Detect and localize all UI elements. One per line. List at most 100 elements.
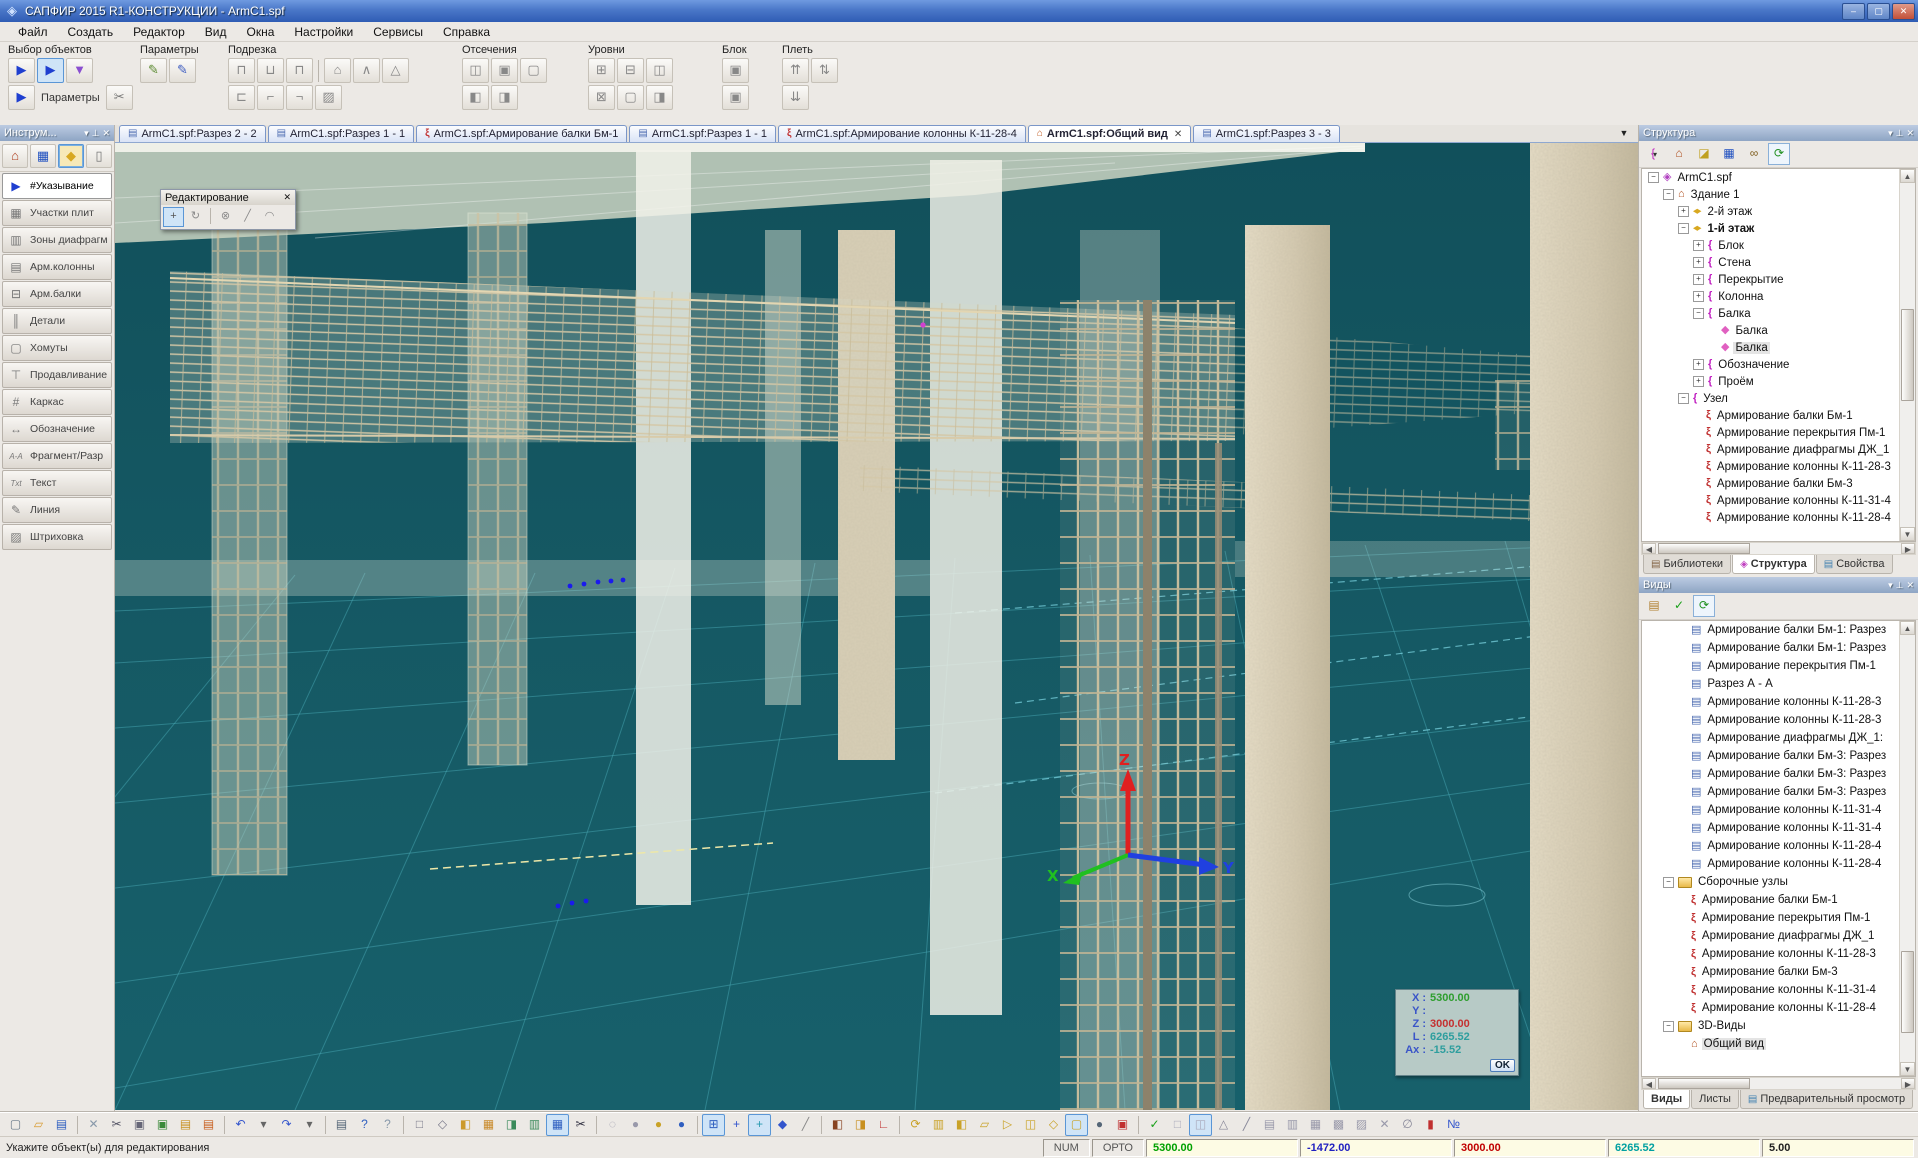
view-shaded-button[interactable]: ◧ bbox=[454, 1114, 477, 1136]
document-tab-3[interactable]: ▤ArmC1.spf:Разрез 1 - 1 bbox=[629, 125, 776, 142]
panel-collapse-icon[interactable]: ▾ bbox=[84, 128, 89, 139]
poly-edit-button[interactable]: ▢ bbox=[1065, 1114, 1088, 1136]
scroll-thumb[interactable] bbox=[1901, 951, 1914, 1033]
document-tab-5[interactable]: ⌂ArmC1.spf:Общий вид✕ bbox=[1028, 125, 1191, 142]
document-tab-0[interactable]: ▤ArmC1.spf:Разрез 2 - 2 bbox=[119, 125, 266, 142]
panel-close-icon[interactable]: ✕ bbox=[1906, 580, 1914, 591]
help-button[interactable]: ? bbox=[353, 1114, 376, 1136]
tree-expander-plus[interactable]: + bbox=[1693, 257, 1704, 268]
filter-tree-icon[interactable]: {▾ bbox=[1643, 143, 1665, 165]
numbering-button[interactable]: № bbox=[1442, 1114, 1465, 1136]
sheets-button[interactable]: ▤ bbox=[1258, 1114, 1281, 1136]
editing-toolbar-titlebar[interactable]: Редактирование ✕ bbox=[161, 190, 295, 205]
trim-beam-1-button[interactable]: ⊏ bbox=[228, 85, 255, 110]
panel-tab-2[interactable]: ▤Предварительный просмотр bbox=[1740, 1090, 1913, 1109]
viewport-3d[interactable]: Z X Y Редактирование ✕ +↻⊗╱◠ X :5300.00Y… bbox=[115, 143, 1638, 1110]
sidebar-tool-0[interactable]: ▶#Указывание bbox=[2, 173, 112, 199]
panel-collapse-icon[interactable]: ▾ bbox=[1888, 128, 1893, 139]
menu-item-2[interactable]: Редактор bbox=[123, 23, 195, 41]
tree-row[interactable]: ξАрмирование диафрагмы ДЖ_1 bbox=[1642, 441, 1915, 458]
refresh-icon[interactable]: ⟳ bbox=[1768, 143, 1790, 165]
redo-button[interactable]: ↷ bbox=[275, 1114, 298, 1136]
copy-button[interactable]: ▣ bbox=[128, 1114, 151, 1136]
tree-row[interactable]: ▤Армирование диафрагмы ДЖ_1: bbox=[1642, 729, 1915, 747]
tree-expander-minus[interactable]: − bbox=[1663, 1021, 1674, 1032]
clip-4-button[interactable]: ◧ bbox=[462, 85, 489, 110]
mode-grid-icon[interactable]: ▦ bbox=[30, 144, 56, 168]
tree-vscrollbar[interactable]: ▲▼ bbox=[1899, 169, 1915, 541]
coordinate-ok-button[interactable]: OK bbox=[1490, 1059, 1515, 1072]
roof-single-button[interactable]: ⌂ bbox=[324, 58, 351, 83]
snap-free-button[interactable]: ╱ bbox=[794, 1114, 817, 1136]
sidebar-tool-9[interactable]: ↔Обозначение bbox=[2, 416, 112, 442]
clip-3-button[interactable]: ▢ bbox=[520, 58, 547, 83]
syringe-button[interactable]: ✎ bbox=[169, 58, 196, 83]
slope-button[interactable]: ╱ bbox=[237, 207, 258, 227]
trim-hatch-button[interactable]: ▨ bbox=[315, 85, 342, 110]
sidebar-tool-12[interactable]: ✎Линия bbox=[2, 497, 112, 523]
scroll-down-arrow[interactable]: ▼ bbox=[1900, 1062, 1915, 1076]
level-3-button[interactable]: ◫ bbox=[646, 58, 673, 83]
tree-row[interactable]: −3D-Виды bbox=[1642, 1017, 1915, 1035]
chain-up-button[interactable]: ⇈ bbox=[782, 58, 809, 83]
tree-row[interactable]: −⌂Здание 1 bbox=[1642, 186, 1915, 203]
snap-node-button[interactable]: + bbox=[725, 1114, 748, 1136]
sidebar-tool-10[interactable]: A-AФрагмент/Разр bbox=[2, 443, 112, 469]
solid-b-button[interactable]: ◫ bbox=[1189, 1114, 1212, 1136]
undo-button[interactable]: ↶ bbox=[229, 1114, 252, 1136]
tree-row[interactable]: ξАрмирование колонны К-11-28-3 bbox=[1642, 458, 1915, 475]
view-hidden-line-button[interactable]: ◇ bbox=[431, 1114, 454, 1136]
document-tab-2[interactable]: ξArmC1.spf:Армирование балки Бм-1 bbox=[416, 125, 627, 142]
panel-tab-1[interactable]: ◈Структура bbox=[1732, 555, 1815, 574]
tree-row[interactable]: −◈ArmC1.spf bbox=[1642, 169, 1915, 186]
tree-vscrollbar[interactable]: ▲▼ bbox=[1899, 621, 1915, 1076]
view-materials-button[interactable]: ▦ bbox=[546, 1114, 569, 1136]
tree-row[interactable]: ◆Балка bbox=[1642, 322, 1915, 339]
menu-item-4[interactable]: Окна bbox=[237, 23, 285, 41]
tree-expander-plus[interactable]: + bbox=[1693, 359, 1704, 370]
level-5-button[interactable]: ▢ bbox=[617, 85, 644, 110]
mesh-button[interactable]: ▨ bbox=[1350, 1114, 1373, 1136]
maximize-button[interactable]: ▢ bbox=[1867, 3, 1890, 20]
tree-expander-minus[interactable]: − bbox=[1693, 308, 1704, 319]
offset-button[interactable]: ▱ bbox=[973, 1114, 996, 1136]
undo-drop-button[interactable]: ▾ bbox=[252, 1114, 275, 1136]
scroll-up-arrow[interactable]: ▲ bbox=[1900, 169, 1915, 183]
tree-row[interactable]: ▤Армирование балки Бм-3: Разрез bbox=[1642, 747, 1915, 765]
scroll-thumb[interactable] bbox=[1901, 309, 1914, 401]
sidebar-tool-7[interactable]: ⊤Продавливание bbox=[2, 362, 112, 388]
tree-row[interactable]: ⌂Общий вид bbox=[1642, 1035, 1915, 1053]
add-grid-icon[interactable]: ▦ bbox=[1718, 143, 1740, 165]
trim-beam-2-button[interactable]: ⌐ bbox=[257, 85, 284, 110]
sidebar-tool-1[interactable]: ▦Участки плит bbox=[2, 200, 112, 226]
tree-expander-plus[interactable]: + bbox=[1678, 206, 1689, 217]
menu-item-0[interactable]: Файл bbox=[8, 23, 58, 41]
array-linear-button[interactable]: ▥ bbox=[927, 1114, 950, 1136]
level-1-button[interactable]: ⊞ bbox=[588, 58, 615, 83]
paste-props-button[interactable]: ▤ bbox=[197, 1114, 220, 1136]
view-props-icon[interactable]: ▤ bbox=[1643, 595, 1665, 617]
panel-pin-icon[interactable]: ⊥ bbox=[92, 128, 100, 139]
tree-row[interactable]: ξАрмирование балки Бм-1 bbox=[1642, 407, 1915, 424]
block-paste-button[interactable]: ▣ bbox=[722, 85, 749, 110]
view-wireframe-button[interactable]: □ bbox=[408, 1114, 431, 1136]
tree-row[interactable]: ▤Армирование колонны К-11-31-4 bbox=[1642, 819, 1915, 837]
find-icon[interactable]: ∞ bbox=[1743, 143, 1765, 165]
tree-row[interactable]: −Сборочные узлы bbox=[1642, 873, 1915, 891]
sidebar-tool-5[interactable]: ║Детали bbox=[2, 308, 112, 334]
tree-expander-plus[interactable]: + bbox=[1693, 291, 1704, 302]
select-object-button[interactable]: ▶ bbox=[8, 58, 35, 83]
solid-a-button[interactable]: □ bbox=[1166, 1114, 1189, 1136]
tree-row[interactable]: ▤Армирование балки Бм-1: Разрез bbox=[1642, 639, 1915, 657]
tree-row[interactable]: ▤Разрез А - А bbox=[1642, 675, 1915, 693]
tree-row[interactable]: ▤Армирование перекрытия Пм-1 bbox=[1642, 657, 1915, 675]
box-select-button[interactable]: ▣ bbox=[1111, 1114, 1134, 1136]
tree-row[interactable]: ξАрмирование колонны К-11-31-4 bbox=[1642, 492, 1915, 509]
menu-item-3[interactable]: Вид bbox=[195, 23, 237, 41]
close-button[interactable]: ✕ bbox=[1892, 3, 1915, 20]
tab-list-dropdown[interactable]: ▼ bbox=[1616, 126, 1632, 140]
move-axis-button[interactable]: ⊗ bbox=[215, 207, 236, 227]
tree-row[interactable]: ξАрмирование диафрагмы ДЖ_1 bbox=[1642, 927, 1915, 945]
mirror-button[interactable]: ◧ bbox=[950, 1114, 973, 1136]
trim-bottom-button[interactable]: ⊔ bbox=[257, 58, 284, 83]
